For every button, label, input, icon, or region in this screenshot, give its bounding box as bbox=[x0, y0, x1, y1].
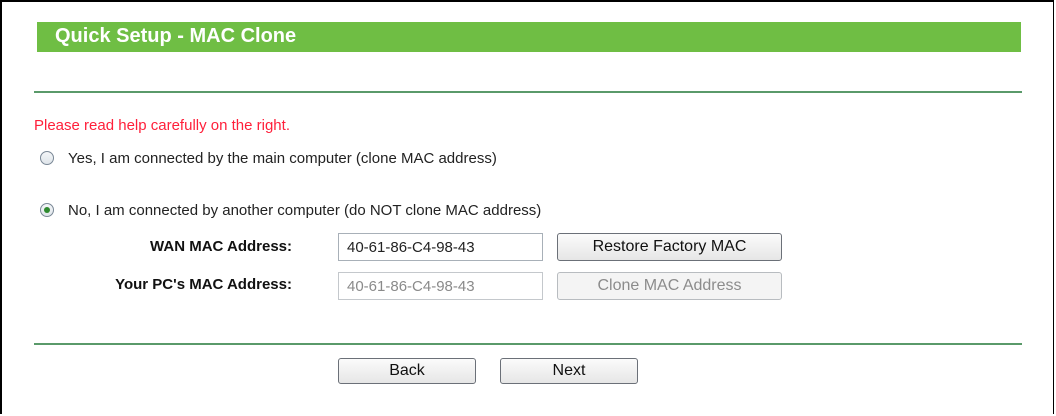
option-clone-no-label: No, I am connected by another computer (… bbox=[68, 201, 542, 219]
clone-mac-address-button: Clone MAC Address bbox=[557, 272, 782, 300]
pc-mac-input: 40-61-86-C4-98-43 bbox=[338, 272, 543, 300]
back-button[interactable]: Back bbox=[338, 358, 476, 384]
option-clone-no[interactable]: No, I am connected by another computer (… bbox=[40, 200, 541, 220]
page-title: Quick Setup - MAC Clone bbox=[55, 25, 297, 47]
restore-factory-mac-button[interactable]: Restore Factory MAC bbox=[557, 233, 782, 261]
pc-mac-label: Your PC's MAC Address: bbox=[115, 276, 292, 293]
radio-clone-yes[interactable] bbox=[40, 151, 54, 165]
divider-top bbox=[34, 91, 1022, 93]
option-clone-yes-label: Yes, I am connected by the main computer… bbox=[68, 149, 497, 167]
title-bar: Quick Setup - MAC Clone bbox=[37, 22, 1021, 52]
option-clone-yes[interactable]: Yes, I am connected by the main computer… bbox=[40, 148, 497, 168]
next-button[interactable]: Next bbox=[500, 358, 638, 384]
wan-mac-label: WAN MAC Address: bbox=[150, 238, 292, 255]
radio-clone-no[interactable] bbox=[40, 203, 54, 217]
divider-bottom bbox=[34, 343, 1022, 345]
help-text: Please read help carefully on the right. bbox=[34, 117, 290, 134]
wan-mac-input[interactable]: 40-61-86-C4-98-43 bbox=[338, 233, 543, 261]
